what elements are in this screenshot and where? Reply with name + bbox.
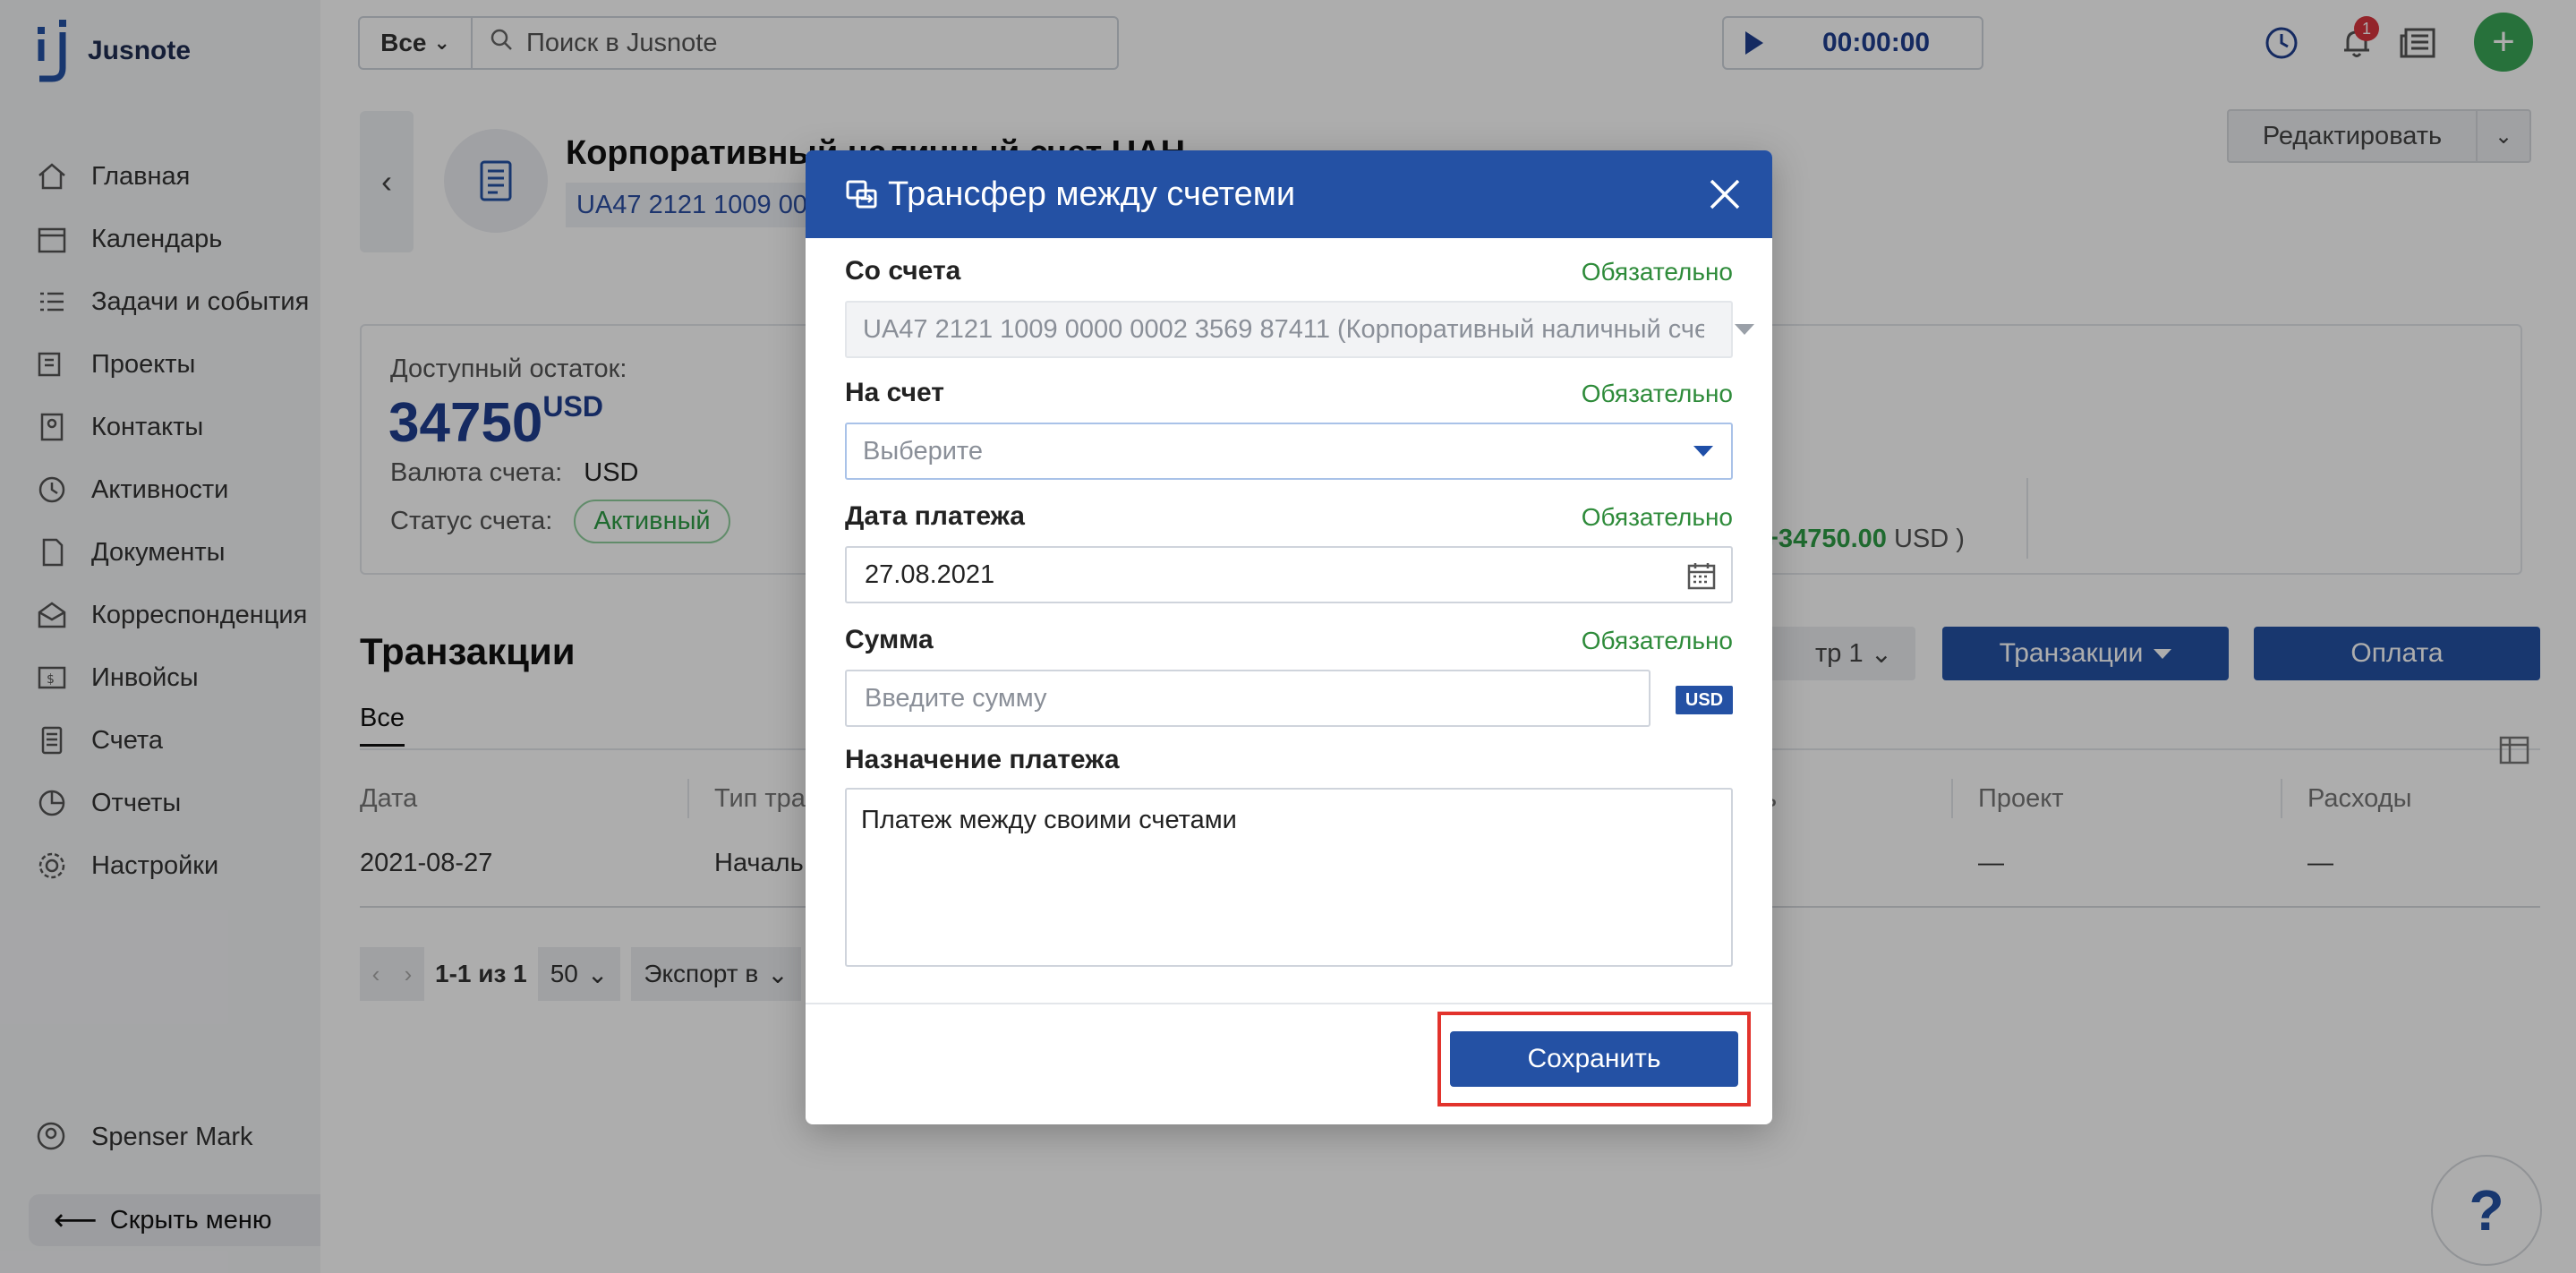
payment-purpose-textarea[interactable]: Платеж между своими счетами xyxy=(845,788,1733,967)
save-button[interactable]: Сохранить xyxy=(1450,1031,1738,1087)
payment-date-field[interactable]: 27.08.2021 xyxy=(845,546,1733,603)
close-icon[interactable] xyxy=(1706,175,1744,213)
amount-label: Сумма xyxy=(845,625,934,654)
to-account-select[interactable]: Выберите xyxy=(845,423,1733,480)
payment-date-label: Дата платежа xyxy=(845,501,1025,531)
payment-purpose-label: Назначение платежа xyxy=(845,745,1120,774)
currency-tag: USD xyxy=(1676,686,1733,714)
required-hint: Обязательно xyxy=(1581,503,1733,531)
to-account-placeholder: Выберите xyxy=(863,436,984,466)
amount-input[interactable]: Введите сумму xyxy=(845,670,1651,727)
modal-title: Трансфер между счетеми xyxy=(888,175,1296,213)
amount-placeholder: Введите сумму xyxy=(865,683,1047,713)
caret-down-icon xyxy=(1735,324,1754,335)
from-account-select: UA47 2121 1009 0000 0002 3569 87411 (Кор… xyxy=(845,301,1754,358)
modal-footer-divider xyxy=(806,1003,1772,1004)
calendar-icon[interactable] xyxy=(1686,560,1717,598)
required-hint: Обязательно xyxy=(1581,258,1733,286)
transfer-modal: Трансфер между счетеми Со счета Обязател… xyxy=(806,150,1772,1124)
from-account-value: UA47 2121 1009 0000 0002 3569 87411 (Кор… xyxy=(863,314,1704,344)
required-hint: Обязательно xyxy=(1581,627,1733,654)
from-account-label: Со счета xyxy=(845,256,961,286)
payment-date-value: 27.08.2021 xyxy=(865,560,995,589)
modal-header: Трансфер между счетеми xyxy=(806,150,1772,238)
required-hint: Обязательно xyxy=(1581,380,1733,407)
transfer-icon xyxy=(845,177,879,211)
to-account-label: На счет xyxy=(845,378,944,407)
caret-down-icon xyxy=(1693,446,1713,457)
